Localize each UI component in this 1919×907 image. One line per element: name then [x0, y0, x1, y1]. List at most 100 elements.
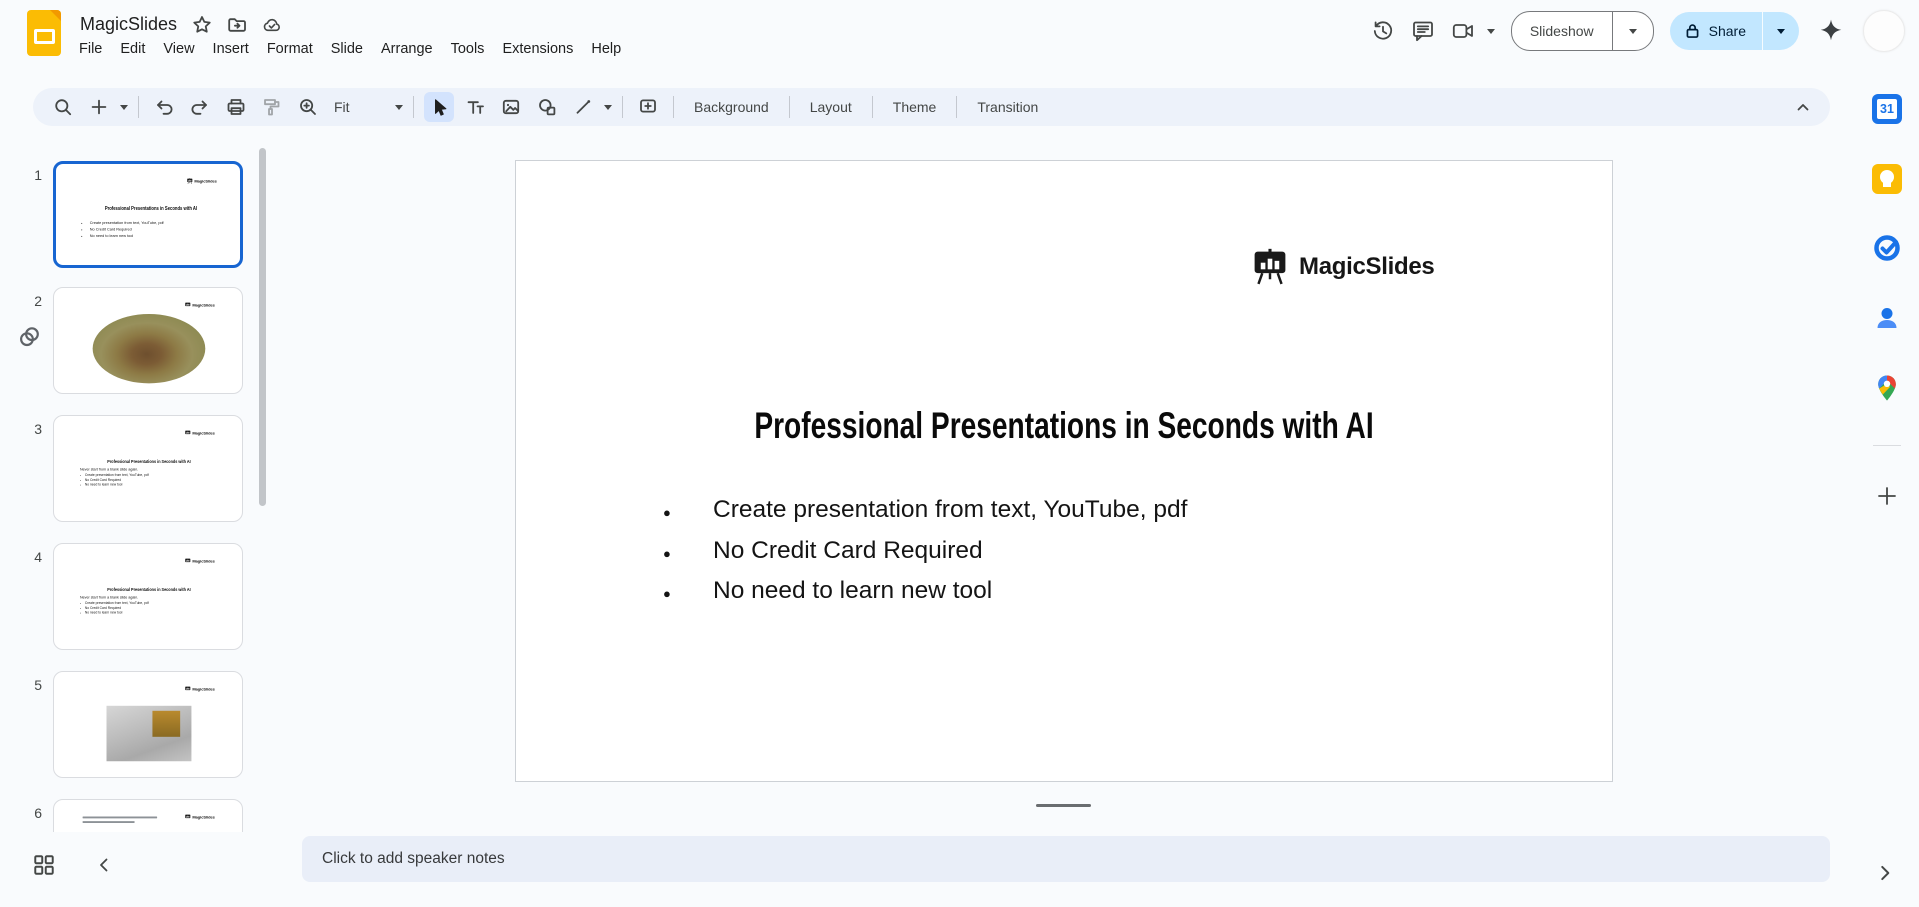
line-icon[interactable] [568, 92, 598, 122]
menu-format[interactable]: Format [258, 38, 322, 60]
google-slides-window: MagicSlides File Edit View Insert Format… [0, 0, 1919, 907]
chevron-left-icon[interactable] [92, 853, 116, 877]
brand-text: MagicSlides [1299, 253, 1434, 281]
theme-button[interactable]: Theme [880, 99, 950, 115]
bullet-dot: ● [663, 494, 713, 532]
contacts-icon[interactable] [1872, 303, 1902, 333]
menu-arrange[interactable]: Arrange [372, 38, 442, 60]
new-slide-caret-icon[interactable] [117, 105, 131, 110]
slide-thumbnail-5[interactable]: MagicSlides [53, 671, 243, 778]
document-title[interactable]: MagicSlides [80, 14, 177, 35]
slide-title[interactable]: Professional Presentations in Seconds wi… [648, 405, 1481, 447]
maps-icon[interactable] [1872, 373, 1902, 403]
insert-comment-icon[interactable] [633, 92, 663, 122]
undo-icon[interactable] [149, 92, 179, 122]
slide-canvas[interactable]: MagicSlides Professional Presentations i… [515, 160, 1613, 782]
textbox-icon[interactable] [460, 92, 490, 122]
slide-number: 1 [22, 167, 42, 183]
zoom-caret-icon[interactable] [392, 105, 406, 110]
bullet-item: ●Create presentation from text, YouTube,… [663, 491, 1187, 532]
filmstrip-panel: 1 MagicSlides Professional Presentations… [0, 136, 272, 832]
layout-button[interactable]: Layout [797, 99, 865, 115]
notes-resize-handle[interactable] [1036, 804, 1091, 807]
deer-photo-oval [93, 314, 206, 383]
slideshow-button[interactable]: Slideshow [1512, 12, 1613, 50]
video-call-icon[interactable] [1443, 11, 1483, 51]
paint-format-icon[interactable] [257, 92, 287, 122]
redo-icon[interactable] [185, 92, 215, 122]
illegible-text-line [83, 821, 135, 823]
collapse-toolbar-button[interactable] [1788, 92, 1818, 122]
share-button[interactable]: Share [1670, 12, 1763, 50]
zoom-in-icon[interactable] [293, 92, 323, 122]
comments-icon[interactable] [1403, 11, 1443, 51]
header-actions: Slideshow Share [1363, 11, 1905, 51]
mini-intro-text: Never start from a blank slide again. [80, 467, 138, 471]
avatar[interactable] [1863, 10, 1905, 52]
magicslides-brand: MagicSlides [185, 814, 215, 821]
slide-bullet-list[interactable]: ●Create presentation from text, YouTube,… [663, 491, 1187, 613]
slide-thumbnail-2[interactable]: MagicSlides [53, 287, 243, 394]
search-icon[interactable] [48, 92, 78, 122]
zoom-select[interactable]: Fit [326, 99, 392, 115]
keep-icon[interactable] [1872, 164, 1902, 194]
menu-help[interactable]: Help [582, 38, 630, 60]
transition-button[interactable]: Transition [964, 99, 1051, 115]
menu-slide[interactable]: Slide [322, 38, 372, 60]
lock-icon [1684, 22, 1701, 40]
menu-insert[interactable]: Insert [204, 38, 258, 60]
video-call-caret-icon[interactable] [1487, 29, 1495, 34]
bullet-item: ●No Credit Card Required [663, 532, 1187, 573]
magicslides-brand: MagicSlides [185, 302, 215, 309]
tasks-icon[interactable] [1872, 233, 1902, 263]
slide-thumbnail-1[interactable]: MagicSlides Professional Presentations i… [53, 161, 243, 268]
calendar-icon[interactable]: 31 [1872, 94, 1902, 124]
slide-thumbnail-6[interactable]: MagicSlides [53, 799, 243, 832]
share-caret-button[interactable] [1763, 12, 1799, 50]
speaker-notes-input[interactable]: Click to add speaker notes [302, 836, 1830, 882]
move-folder-icon[interactable] [227, 15, 247, 35]
google-slides-logo[interactable] [27, 10, 61, 56]
shape-icon[interactable] [532, 92, 562, 122]
filmstrip-scrollbar[interactable] [259, 148, 266, 506]
mini-slide-title: Professional Presentations in Seconds wi… [75, 459, 223, 465]
video-call-group [1443, 11, 1495, 51]
print-icon[interactable] [221, 92, 251, 122]
background-button[interactable]: Background [681, 99, 782, 115]
magicslides-brand: MagicSlides [187, 178, 217, 185]
side-panel-rail: 31 [1855, 75, 1919, 907]
image-icon[interactable] [496, 92, 526, 122]
menu-tools[interactable]: Tools [442, 38, 494, 60]
rail-divider [1873, 445, 1901, 446]
line-caret-icon[interactable] [601, 105, 615, 110]
magicslides-brand: MagicSlides [185, 686, 215, 693]
select-tool[interactable] [424, 92, 454, 122]
menu-edit[interactable]: Edit [111, 38, 154, 60]
slideshow-caret-button[interactable] [1613, 12, 1653, 50]
gemini-icon[interactable] [1813, 13, 1849, 49]
bullet-item: ●No need to learn new tool [663, 572, 1187, 613]
share-label: Share [1709, 23, 1746, 39]
new-slide-button[interactable] [84, 92, 114, 122]
star-icon[interactable] [192, 15, 212, 35]
slide-number: 6 [22, 805, 42, 821]
slide-number: 3 [22, 421, 42, 437]
menu-extensions[interactable]: Extensions [493, 38, 582, 60]
menu-file[interactable]: File [70, 38, 111, 60]
toolbar: Fit Background Layout Theme Transition [33, 88, 1830, 126]
version-history-icon[interactable] [1363, 11, 1403, 51]
cloud-saved-icon[interactable] [262, 15, 282, 35]
menu-view[interactable]: View [154, 38, 203, 60]
get-addons-plus-icon[interactable] [1876, 485, 1898, 507]
mini-intro-text: Never start from a blank slide again. [80, 595, 138, 599]
rings-icon [17, 324, 43, 350]
bullet-dot: ● [663, 575, 713, 613]
grid-view-icon[interactable] [30, 851, 58, 879]
easel-logo-icon [187, 178, 193, 185]
mini-slide-title: Professional Presentations in Seconds wi… [77, 205, 225, 211]
mini-list: ●Create presentation from text, YouTube,… [80, 601, 149, 615]
slide-thumbnail-3[interactable]: MagicSlides Professional Presentations i… [53, 415, 243, 522]
slide-thumbnail-4[interactable]: MagicSlides Professional Presentations i… [53, 543, 243, 650]
magicslides-brand[interactable]: MagicSlides [1251, 247, 1434, 287]
bullet-dot: ● [663, 535, 713, 573]
